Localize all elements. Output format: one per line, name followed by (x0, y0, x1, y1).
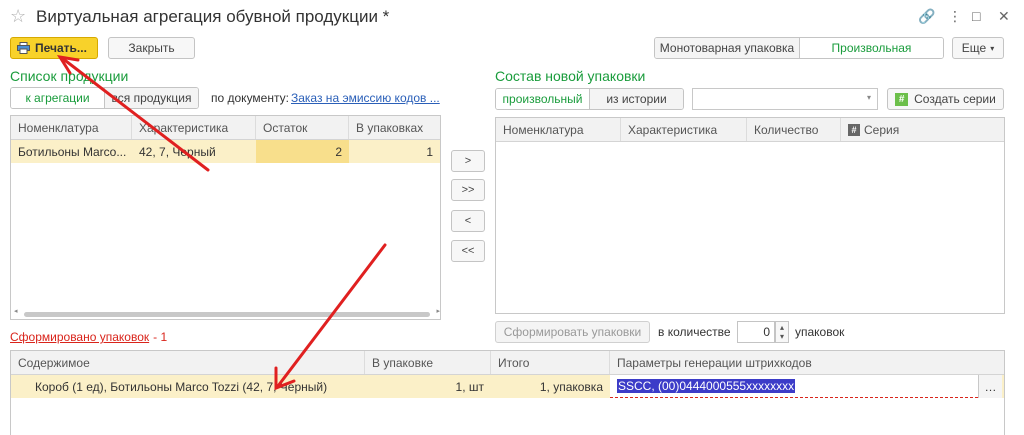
close-window-icon[interactable]: ✕ (998, 7, 1010, 25)
horizontal-scrollbar[interactable]: ◂ ▸ (14, 307, 440, 318)
column-header[interactable]: В упаковках (349, 116, 440, 139)
cell-total: 1, упаковка (539, 379, 603, 394)
scroll-right-icon[interactable]: ▸ (436, 307, 440, 315)
unit-label: упаковок (795, 325, 845, 339)
more-button[interactable]: Еще ▾ (952, 37, 1004, 59)
column-header[interactable]: Остаток (256, 116, 349, 139)
cell-characteristic: 42, 7, Черный (139, 144, 216, 159)
grid-icon: # (895, 92, 909, 106)
product-list-title: Список продукции (10, 68, 129, 84)
scrollbar-thumb[interactable] (24, 312, 430, 317)
grid-icon: # (848, 123, 860, 136)
column-header[interactable]: Параметры генерации штрихкодов (610, 351, 1004, 374)
maximize-icon[interactable]: □ (972, 7, 980, 25)
link-icon[interactable]: 🔗 (918, 7, 935, 25)
quantity-input[interactable]: 0 (737, 321, 775, 343)
column-header[interactable]: Номенклатура (11, 116, 132, 139)
table-header: Номенклатура Характеристика Остаток В уп… (11, 116, 440, 140)
chevron-down-icon: ▾ (990, 43, 995, 53)
tab-all-products[interactable]: вся продукция (104, 88, 198, 108)
column-header[interactable]: Содержимое (11, 351, 365, 374)
move-one-button[interactable]: > (451, 150, 485, 172)
cell-name: Ботильоны Marco... (18, 144, 127, 159)
new-package-table[interactable]: Номенклатура Характеристика Количество #… (495, 117, 1005, 314)
mode-mono-packaging[interactable]: Монотоварная упаковка (655, 38, 799, 58)
column-header-series[interactable]: # Серия (841, 118, 1004, 141)
table-row[interactable]: Короб (1 ед), Ботильоны Marco Tozzi (42,… (11, 375, 1004, 398)
tab-from-history[interactable]: из истории (589, 89, 683, 109)
by-document-label: по документу: (211, 91, 289, 105)
ellipsis-icon: … (984, 379, 997, 394)
step-down-icon[interactable]: ▾ (780, 332, 784, 341)
document-link[interactable]: Заказ на эмиссию кодов ... (291, 91, 440, 105)
formed-summary: Сформировано упаковок - 1 (10, 330, 167, 344)
favorite-star-icon[interactable]: ☆ (10, 6, 26, 26)
product-table[interactable]: Номенклатура Характеристика Остаток В уп… (10, 115, 441, 320)
column-header[interactable]: Итого (491, 351, 610, 374)
quantity-stepper[interactable]: ▴ ▾ (775, 321, 789, 343)
column-header[interactable]: Номенклатура (496, 118, 621, 141)
cell-in-packages: 1 (426, 144, 433, 159)
formed-count: - 1 (153, 330, 168, 344)
create-series-label: Создать серии (914, 92, 996, 106)
table-header: Номенклатура Характеристика Количество #… (496, 118, 1004, 142)
close-button[interactable]: Закрыть (108, 37, 195, 59)
print-button[interactable]: Печать... (10, 37, 98, 59)
scroll-left-icon[interactable]: ◂ (14, 307, 18, 315)
series-select[interactable]: ▾ (692, 88, 878, 110)
column-header[interactable]: В упаковке (365, 351, 491, 374)
cell-content: Короб (1 ед), Ботильоны Marco Tozzi (42,… (35, 379, 328, 394)
packaging-mode-switch[interactable]: Монотоварная упаковка Произвольная (654, 37, 944, 59)
window-title: Виртуальная агрегация обувной продукции … (36, 7, 390, 26)
column-header[interactable]: Количество (747, 118, 841, 141)
generate-packages-button[interactable]: Сформировать упаковки (495, 321, 650, 343)
create-series-button[interactable]: # Создать серии (887, 88, 1004, 110)
table-row[interactable]: Ботильоны Marco... 42, 7, Черный 2 1 (11, 140, 440, 163)
barcode-params-select-button[interactable]: … (978, 375, 1002, 398)
move-all-button[interactable]: >> (451, 179, 485, 201)
formed-packages-link[interactable]: Сформировано упаковок (10, 330, 149, 344)
print-button-label: Печать... (35, 41, 87, 55)
cell-in-package: 1, шт (455, 379, 484, 394)
column-header[interactable]: Характеристика (621, 118, 747, 141)
barcode-params-field[interactable]: SSCC, (00)0444000555xxxxxxxx (610, 375, 978, 398)
step-up-icon[interactable]: ▴ (780, 323, 784, 332)
column-header[interactable]: Характеристика (132, 116, 256, 139)
barcode-params-value: SSCC, (00)0444000555xxxxxxxx (617, 379, 796, 393)
product-filter-switch[interactable]: к агрегации вся продукция (10, 87, 199, 109)
more-menu-icon[interactable]: ⋮ (948, 7, 962, 25)
return-all-button[interactable]: << (451, 240, 485, 262)
tab-to-aggregate[interactable]: к агрегации (11, 88, 104, 108)
chevron-down-icon[interactable]: ▾ (867, 93, 871, 102)
tab-arbitrary[interactable]: произвольный (496, 89, 589, 109)
more-button-label: Еще (961, 41, 987, 55)
quantity-label: в количестве (658, 325, 731, 339)
package-source-switch[interactable]: произвольный из истории (495, 88, 684, 110)
new-package-title: Состав новой упаковки (495, 68, 646, 84)
return-one-button[interactable]: < (451, 210, 485, 232)
mode-arbitrary[interactable]: Произвольная (799, 38, 943, 58)
formed-packages-table[interactable]: Содержимое В упаковке Итого Параметры ге… (10, 350, 1005, 435)
printer-icon (17, 42, 30, 54)
table-header: Содержимое В упаковке Итого Параметры ге… (11, 351, 1004, 375)
series-header-label: Серия (864, 122, 900, 137)
cell-remainder: 2 (256, 140, 349, 163)
